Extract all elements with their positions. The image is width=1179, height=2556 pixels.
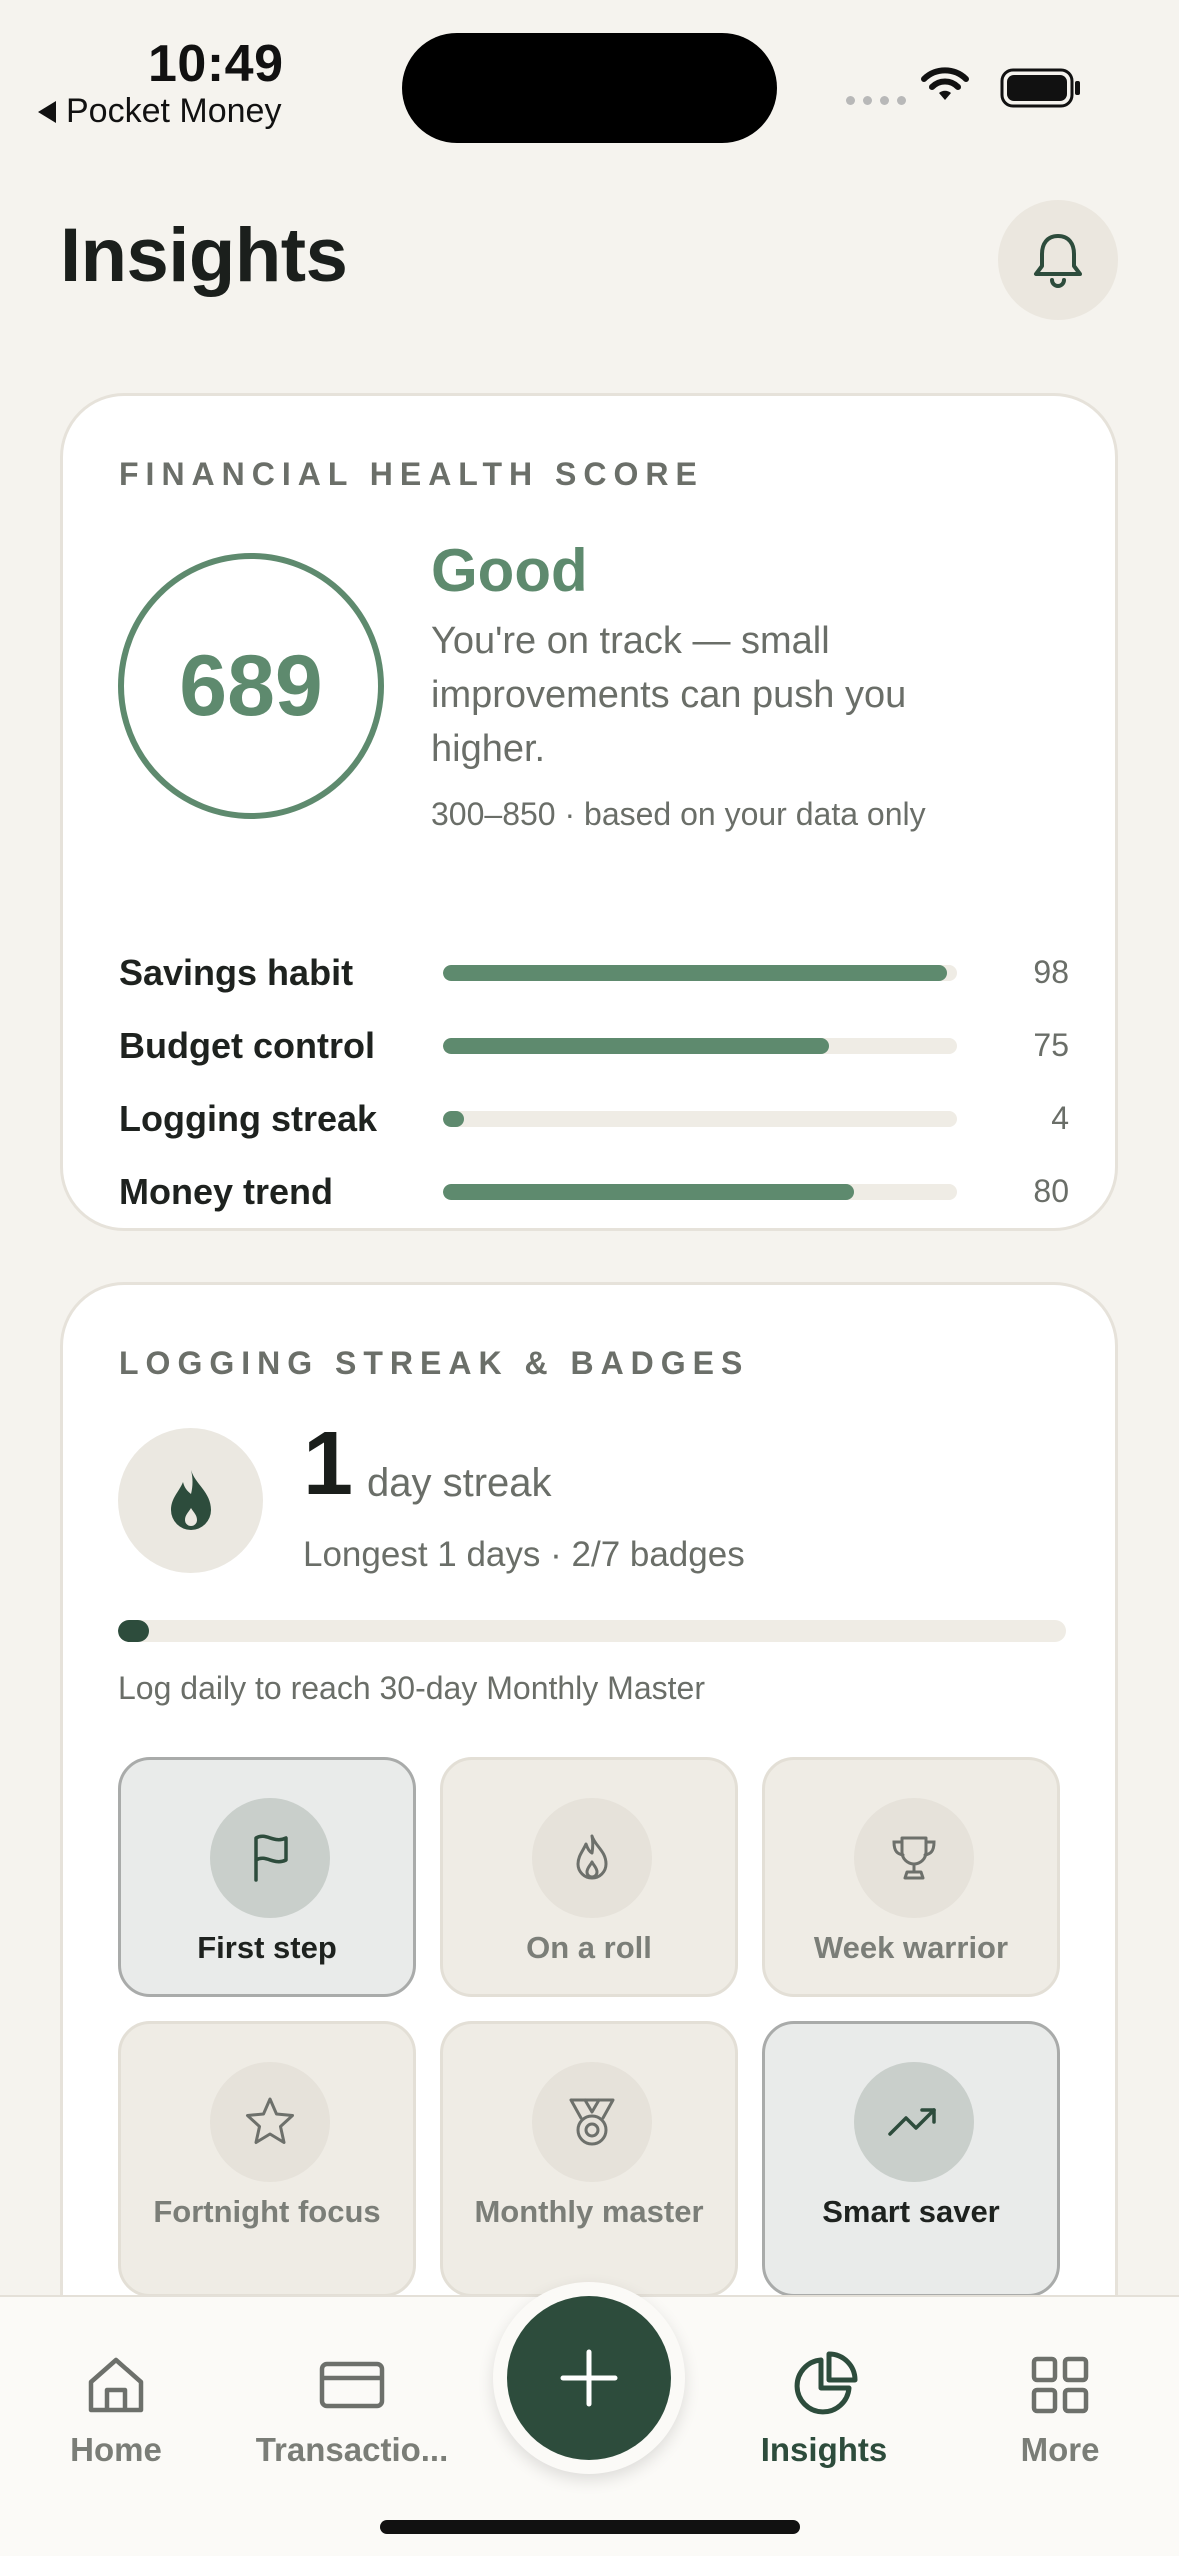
badge-label: On a roll — [526, 1930, 652, 1965]
section-label: FINANCIAL HEALTH SCORE — [119, 456, 704, 492]
section-label: LOGGING STREAK & BADGES — [119, 1345, 750, 1381]
score-ring: 689 — [118, 553, 384, 819]
nav-label: Insights — [760, 2431, 888, 2468]
page-title: Insights — [60, 213, 348, 298]
rating-label: Good — [431, 537, 588, 604]
badge-label: Monthly master — [474, 2194, 704, 2229]
metric-bar-fill — [443, 1111, 464, 1127]
status-time: 10:49 — [148, 35, 284, 93]
nav-insights[interactable]: Insights — [724, 2349, 924, 2469]
cellular-dots-icon — [846, 96, 906, 105]
badge-week-warrior[interactable]: Week warrior — [762, 1757, 1060, 1997]
metric-row-savings-habit: Savings habit 98 — [119, 948, 1069, 998]
streak-flame-badge — [118, 1428, 263, 1573]
streak-count: 1 — [303, 1414, 354, 1514]
notifications-button[interactable] — [998, 200, 1118, 320]
metric-bar — [443, 1111, 957, 1127]
star-icon — [246, 2097, 294, 2144]
metric-bar — [443, 965, 957, 981]
streak-hint: Log daily to reach 30-day Monthly Master — [118, 1670, 705, 1706]
card-icon — [319, 2361, 385, 2409]
metric-row-logging-streak: Logging streak 4 — [119, 1094, 1069, 1144]
nav-home[interactable]: Home — [16, 2349, 216, 2469]
medal-icon — [569, 2098, 615, 2146]
pie-chart-icon — [794, 2351, 858, 2415]
nav-label: More — [1020, 2431, 1100, 2468]
financial-health-card: FINANCIAL HEALTH SCORE 689 Good You're o… — [60, 393, 1118, 1231]
trending-up-icon — [888, 2108, 936, 2136]
back-triangle-icon — [38, 100, 56, 123]
badge-label: Week warrior — [813, 1930, 1009, 1965]
home-indicator — [380, 2520, 800, 2534]
dynamic-island — [402, 33, 777, 143]
badge-smart-saver[interactable]: Smart saver — [762, 2021, 1060, 2297]
bell-icon — [1034, 234, 1082, 288]
streak-unit: day streak — [367, 1461, 552, 1505]
metric-value: 98 — [1033, 954, 1069, 990]
metric-bar-fill — [443, 1184, 855, 1200]
status-bar: 10:49 Pocket Money — [0, 0, 1179, 150]
metric-row-money-trend: Money trend 80 — [119, 1167, 1069, 1217]
score-value: 689 — [179, 637, 323, 734]
flame-icon — [170, 1469, 211, 1530]
metric-value: 75 — [1033, 1027, 1069, 1063]
nav-more[interactable]: More — [960, 2349, 1160, 2469]
metric-row-budget-control: Budget control 75 — [119, 1021, 1069, 1071]
home-icon — [88, 2357, 144, 2413]
metric-bar-fill — [443, 965, 947, 981]
badge-label: Smart saver — [822, 2194, 1000, 2229]
flag-icon — [254, 1834, 288, 1882]
badge-label: Fortnight focus — [153, 2194, 381, 2229]
flame-icon — [576, 1834, 608, 1880]
plus-icon — [560, 2349, 618, 2407]
battery-icon — [1000, 68, 1080, 108]
nav-transactions[interactable]: Transactio... — [252, 2349, 452, 2469]
badge-fortnight-focus[interactable]: Fortnight focus — [118, 2021, 416, 2297]
badge-grid: First step On a roll Week warrior Fortni… — [118, 1757, 1068, 2297]
streak-progress-fill — [118, 1620, 150, 1642]
nav-label: Transactio... — [255, 2431, 449, 2468]
score-range-note: 300–850 · based on your data only — [431, 796, 926, 832]
metric-bar-fill — [443, 1038, 829, 1054]
rating-description: You're on track — small improvements can… — [431, 620, 907, 770]
badge-on-a-roll[interactable]: On a roll — [440, 1757, 738, 1997]
badge-first-step[interactable]: First step — [118, 1757, 416, 1997]
metric-bar — [443, 1184, 957, 1200]
badge-monthly-master[interactable]: Monthly master — [440, 2021, 738, 2297]
trophy-icon — [892, 1836, 936, 1880]
back-app-label: Pocket Money — [66, 92, 282, 130]
metric-name: Money trend — [119, 1171, 334, 1212]
badge-label: First step — [197, 1930, 337, 1965]
metric-name: Logging streak — [119, 1098, 378, 1139]
nav-label: Home — [70, 2431, 162, 2468]
metric-name: Budget control — [119, 1025, 375, 1066]
metric-bar — [443, 1038, 957, 1054]
metric-value: 80 — [1033, 1173, 1069, 1209]
streak-subtitle: Longest 1 days · 2/7 badges — [303, 1535, 745, 1574]
metric-value: 4 — [1051, 1100, 1069, 1136]
back-to-app-link[interactable]: Pocket Money — [38, 92, 281, 131]
wifi-icon — [921, 67, 969, 100]
streak-progress-bar — [118, 1620, 1066, 1642]
grid-icon — [1031, 2356, 1089, 2414]
add-transaction-button[interactable] — [507, 2296, 671, 2460]
metric-name: Savings habit — [119, 952, 354, 993]
